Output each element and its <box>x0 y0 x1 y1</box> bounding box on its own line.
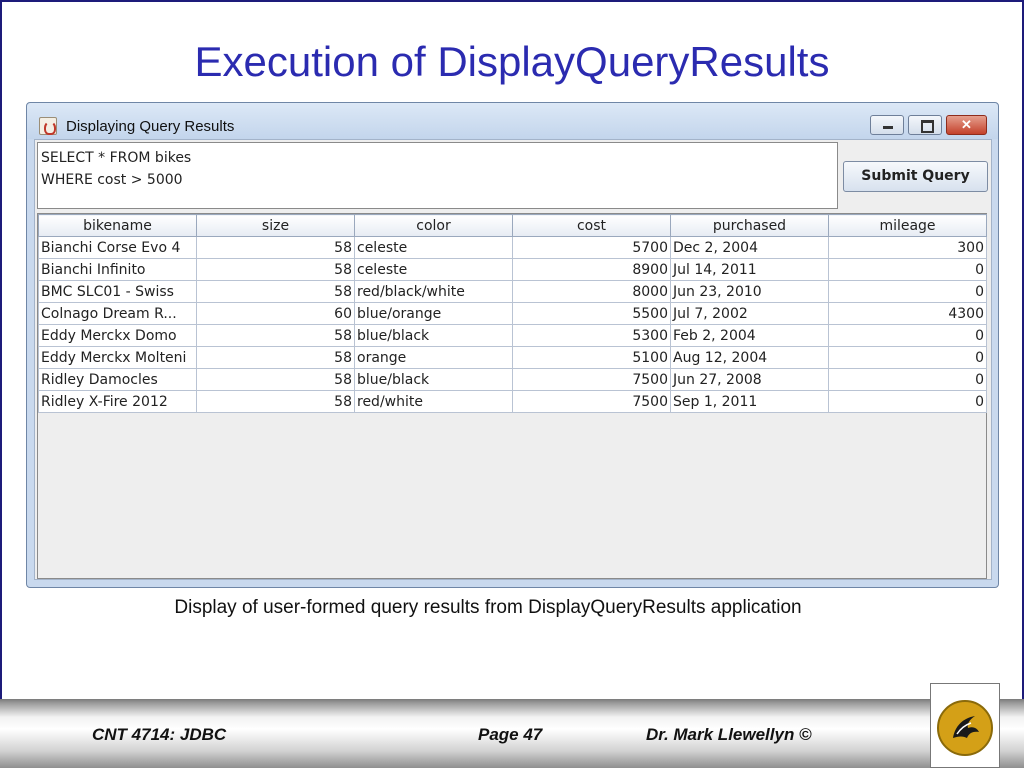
table-row[interactable]: Ridley Damocles 58 blue/black 7500 Jun 2… <box>38 368 987 391</box>
table-row[interactable]: Colnago Dream R... 60 blue/orange 5500 J… <box>38 302 987 325</box>
column-header-cost[interactable]: cost <box>512 214 671 237</box>
submit-query-button[interactable]: Submit Query <box>843 161 988 192</box>
window-client-area: SELECT * FROM bikes WHERE cost > 5000 Su… <box>34 139 992 580</box>
cell-size[interactable]: 58 <box>196 280 355 303</box>
cell-cost[interactable]: 8900 <box>512 258 671 281</box>
cell-size[interactable]: 58 <box>196 236 355 259</box>
cell-purchased[interactable]: Dec 2, 2004 <box>670 236 829 259</box>
cell-mileage[interactable]: 0 <box>828 346 987 369</box>
footer-course: CNT 4714: JDBC <box>92 725 227 744</box>
slide-caption: Display of user-formed query results fro… <box>174 597 802 618</box>
cell-purchased[interactable]: Jul 7, 2002 <box>670 302 829 325</box>
window-title: Displaying Query Results <box>66 118 235 135</box>
cell-bikename[interactable]: Bianchi Infinito <box>38 258 197 281</box>
table-header-row: bikename size color cost purchased milea… <box>38 214 987 237</box>
maximize-icon[interactable] <box>908 115 942 135</box>
cell-mileage[interactable]: 300 <box>828 236 987 259</box>
ucf-pegasus-logo-icon <box>930 683 1000 768</box>
table-row[interactable]: Bianchi Infinito 58 celeste 8900 Jul 14,… <box>38 258 987 281</box>
cell-purchased[interactable]: Jun 27, 2008 <box>670 368 829 391</box>
cell-size[interactable]: 58 <box>196 324 355 347</box>
query-textarea[interactable]: SELECT * FROM bikes WHERE cost > 5000 <box>37 142 838 209</box>
cell-cost[interactable]: 7500 <box>512 368 671 391</box>
cell-purchased[interactable]: Feb 2, 2004 <box>670 324 829 347</box>
column-header-purchased[interactable]: purchased <box>670 214 829 237</box>
results-table: bikename size color cost purchased milea… <box>38 214 987 413</box>
cell-purchased[interactable]: Aug 12, 2004 <box>670 346 829 369</box>
cell-cost[interactable]: 5300 <box>512 324 671 347</box>
cell-color[interactable]: celeste <box>354 236 513 259</box>
column-header-mileage[interactable]: mileage <box>828 214 987 237</box>
cell-bikename[interactable]: Colnago Dream R... <box>38 302 197 325</box>
table-row[interactable]: BMC SLC01 - Swiss 58 red/black/white 800… <box>38 280 987 303</box>
cell-color[interactable]: orange <box>354 346 513 369</box>
slide-title: Execution of DisplayQueryResults <box>194 38 830 85</box>
cell-size[interactable]: 58 <box>196 390 355 413</box>
cell-color[interactable]: red/black/white <box>354 280 513 303</box>
close-icon[interactable] <box>946 115 987 135</box>
cell-purchased[interactable]: Jul 14, 2011 <box>670 258 829 281</box>
cell-cost[interactable]: 5100 <box>512 346 671 369</box>
cell-bikename[interactable]: Ridley Damocles <box>38 368 197 391</box>
cell-bikename[interactable]: Ridley X-Fire 2012 <box>38 390 197 413</box>
cell-cost[interactable]: 5700 <box>512 236 671 259</box>
column-header-bikename[interactable]: bikename <box>38 214 197 237</box>
cell-color[interactable]: red/white <box>354 390 513 413</box>
cell-size[interactable]: 58 <box>196 368 355 391</box>
cell-size[interactable]: 60 <box>196 302 355 325</box>
cell-color[interactable]: blue/black <box>354 324 513 347</box>
cell-purchased[interactable]: Jun 23, 2010 <box>670 280 829 303</box>
cell-size[interactable]: 58 <box>196 258 355 281</box>
table-row[interactable]: Ridley X-Fire 2012 58 red/white 7500 Sep… <box>38 390 987 413</box>
java-cup-icon <box>39 117 57 135</box>
footer-page-number: Page 47 <box>478 725 543 744</box>
cell-size[interactable]: 58 <box>196 346 355 369</box>
column-header-color[interactable]: color <box>354 214 513 237</box>
table-row[interactable]: Eddy Merckx Molteni 58 orange 5100 Aug 1… <box>38 346 987 369</box>
cell-color[interactable]: celeste <box>354 258 513 281</box>
cell-mileage[interactable]: 4300 <box>828 302 987 325</box>
cell-bikename[interactable]: Bianchi Corse Evo 4 <box>38 236 197 259</box>
cell-mileage[interactable]: 0 <box>828 280 987 303</box>
cell-purchased[interactable]: Sep 1, 2011 <box>670 390 829 413</box>
query-line: WHERE cost > 5000 <box>41 172 183 188</box>
column-header-size[interactable]: size <box>196 214 355 237</box>
query-results-window: Displaying Query Results SELECT * FROM b… <box>26 102 999 588</box>
cell-bikename[interactable]: Eddy Merckx Domo <box>38 324 197 347</box>
cell-color[interactable]: blue/black <box>354 368 513 391</box>
results-table-scrollpane[interactable]: bikename size color cost purchased milea… <box>37 213 987 579</box>
cell-mileage[interactable]: 0 <box>828 258 987 281</box>
minimize-icon[interactable] <box>870 115 904 135</box>
cell-mileage[interactable]: 0 <box>828 324 987 347</box>
cell-mileage[interactable]: 0 <box>828 390 987 413</box>
cell-bikename[interactable]: BMC SLC01 - Swiss <box>38 280 197 303</box>
window-titlebar[interactable]: Displaying Query Results <box>27 103 998 139</box>
footer-author: Dr. Mark Llewellyn © <box>646 725 812 744</box>
table-row[interactable]: Eddy Merckx Domo 58 blue/black 5300 Feb … <box>38 324 987 347</box>
cell-bikename[interactable]: Eddy Merckx Molteni <box>38 346 197 369</box>
query-line: SELECT * FROM bikes <box>41 150 192 166</box>
cell-mileage[interactable]: 0 <box>828 368 987 391</box>
cell-cost[interactable]: 5500 <box>512 302 671 325</box>
cell-color[interactable]: blue/orange <box>354 302 513 325</box>
cell-cost[interactable]: 7500 <box>512 390 671 413</box>
cell-cost[interactable]: 8000 <box>512 280 671 303</box>
table-row[interactable]: Bianchi Corse Evo 4 58 celeste 5700 Dec … <box>38 236 987 259</box>
